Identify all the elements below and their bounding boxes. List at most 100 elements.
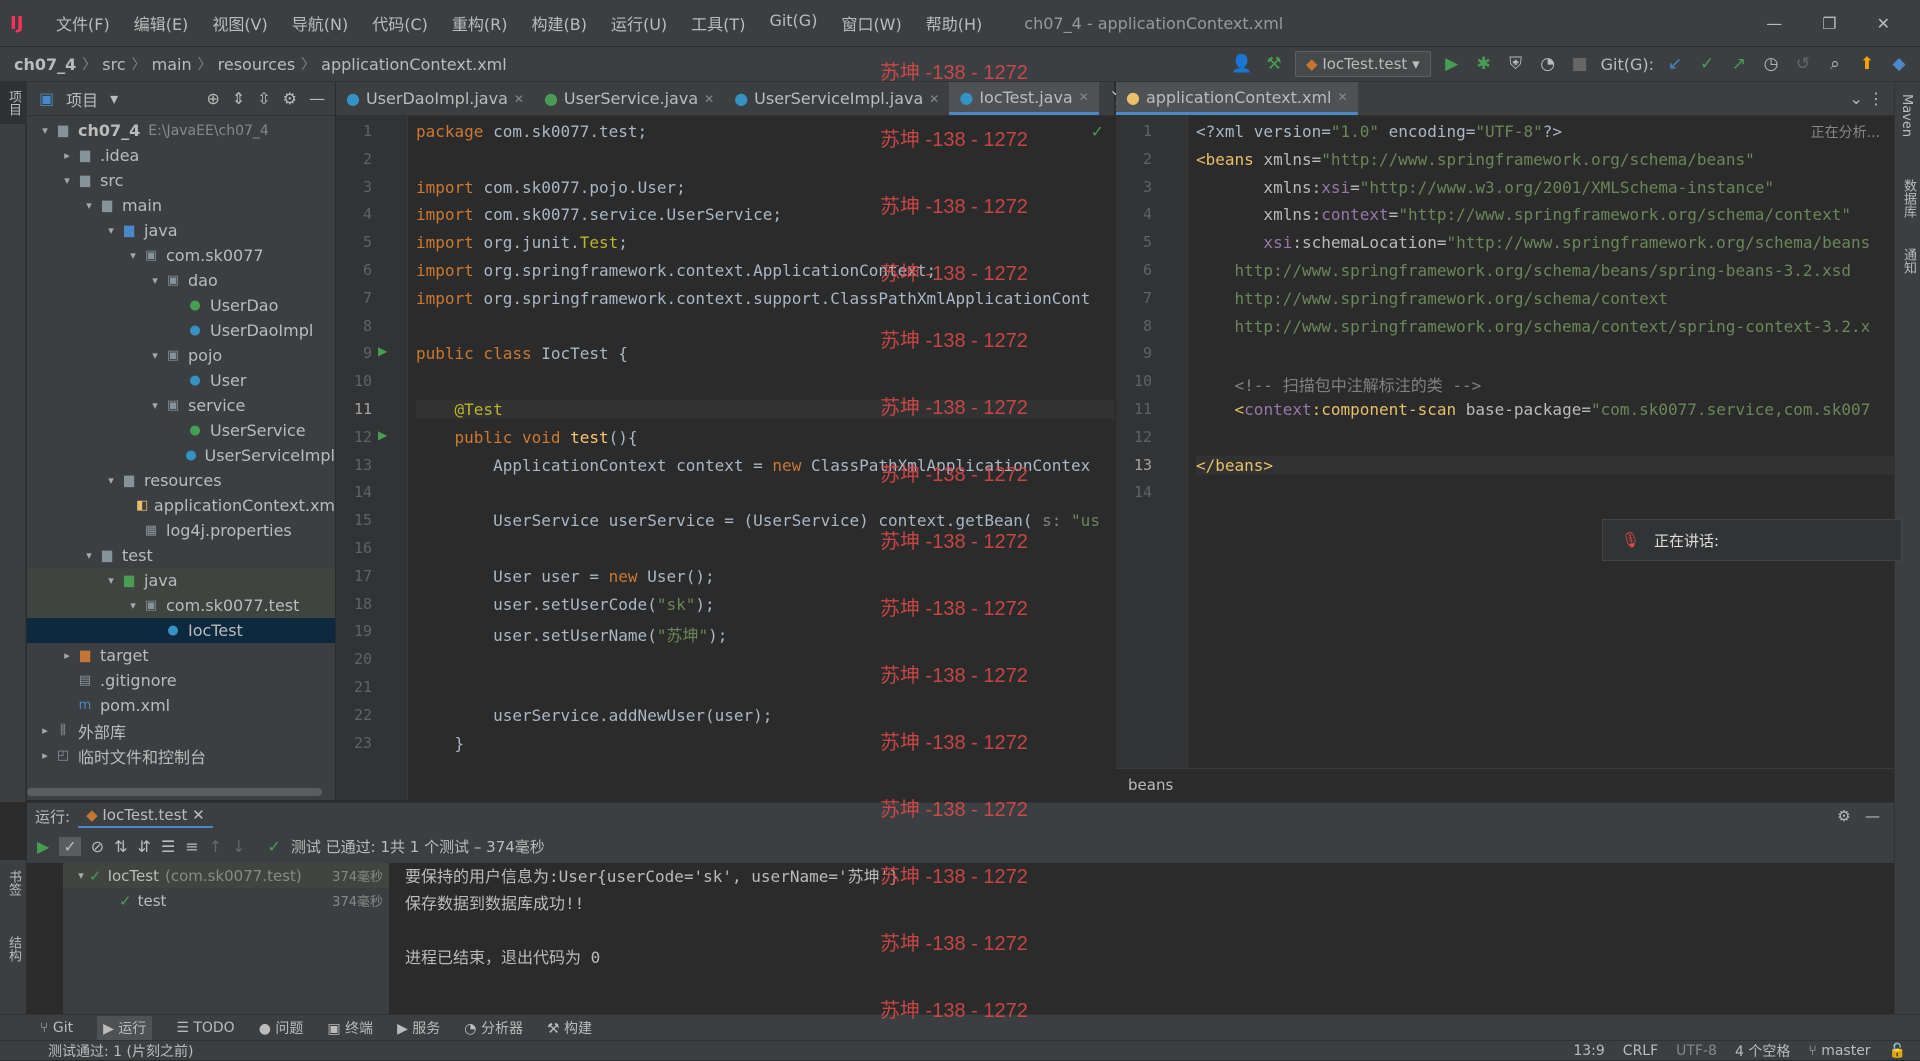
rollback-icon[interactable]: ↺ (1792, 54, 1814, 74)
caret-position[interactable]: 13:9 (1573, 1043, 1604, 1059)
tree-node[interactable]: ● User (27, 368, 335, 393)
breadcrumb-item[interactable]: src (98, 55, 129, 74)
show-ignored-icon[interactable]: ⊘ (91, 837, 104, 856)
prev-failed-icon[interactable]: ↑ (209, 837, 222, 856)
status-message[interactable]: 测试通过: 1 (片刻之前) (0, 1041, 193, 1061)
git-branch[interactable]: ⑂ master (1808, 1043, 1870, 1059)
close-icon[interactable]: ✕ (1877, 14, 1890, 33)
plugin-icon[interactable]: ◆ (1888, 54, 1910, 74)
expand-all-icon[interactable]: ☰ (161, 837, 175, 856)
menu-item[interactable]: 视图(V) (200, 11, 279, 35)
gear-icon[interactable]: ⚙ (283, 89, 297, 108)
bottom-tab[interactable]: ● 问题 (259, 1018, 304, 1038)
mute-icon[interactable]: 🎙 (1621, 531, 1640, 549)
debug-icon[interactable]: ✱ (1473, 54, 1495, 74)
tree-node[interactable]: ▸ ⫼ 外部库 (27, 718, 335, 743)
xml-code-area[interactable]: <?xml version="1.0" encoding="UTF-8"?> <b… (1196, 116, 1894, 764)
lock-icon[interactable]: 🔓 (1889, 1043, 1920, 1059)
git-push-icon[interactable]: ↗ (1728, 54, 1750, 74)
menu-item[interactable]: 窗口(W) (829, 11, 913, 35)
tree-node[interactable]: ▾ ▣ dao (27, 268, 335, 293)
breadcrumb-item[interactable]: ch07_4 (10, 55, 80, 74)
collapse-all-icon[interactable]: ⇳ (257, 89, 270, 108)
tree-node[interactable]: m pom.xml (27, 693, 335, 718)
menu-item[interactable]: 帮助(H) (914, 11, 995, 35)
notifications-tool-tab[interactable]: 通知 (1895, 228, 1920, 294)
stop-icon[interactable]: ■ (1569, 54, 1591, 74)
gear-icon[interactable]: ⚙ — (1837, 807, 1894, 825)
next-failed-icon[interactable]: ↓ (232, 837, 245, 856)
bottom-tab[interactable]: ◔ 分析器 (464, 1018, 523, 1038)
sort-alpha-icon[interactable]: ⇅ (114, 837, 127, 856)
bottom-tab[interactable]: ⚒ 构建 (547, 1018, 592, 1038)
bookmarks-tool-tab[interactable]: 书签 (0, 860, 27, 906)
run-method-icon[interactable]: ▶ (378, 428, 387, 442)
bottom-tab[interactable]: ▶ 运行 (97, 1015, 153, 1040)
menu-item[interactable]: 代码(C) (360, 11, 440, 35)
breadcrumb-item[interactable]: applicationContext.xml (317, 55, 511, 74)
indent-setting[interactable]: 4 个空格 (1735, 1041, 1790, 1061)
structure-tool-tab[interactable]: 结构 (0, 906, 27, 992)
chevron-down-icon[interactable]: ▾ (110, 89, 118, 108)
rerun-icon[interactable]: ▶ (37, 837, 49, 856)
tree-node[interactable]: ▾ ▣ com.sk0077.test (27, 593, 335, 618)
more-tabs-icon[interactable]: ⌄ ⋮ (1840, 82, 1895, 115)
tree-expander-icon[interactable]: ▾ (37, 124, 53, 137)
test-node[interactable]: ▾ ✓ IocTest (com.sk0077.test) 374毫秒 (63, 863, 389, 888)
tree-node[interactable]: ◧ applicationContext.xm (27, 493, 335, 518)
history-icon[interactable]: ◷ (1760, 54, 1782, 74)
breadcrumb-item[interactable]: main (148, 55, 196, 74)
tree-expander-icon[interactable]: ▾ (147, 349, 163, 362)
breadcrumb-item[interactable]: resources (214, 55, 300, 74)
tree-node[interactable]: ▾ ▆ test (27, 543, 335, 568)
close-icon[interactable]: ✕ (704, 92, 714, 106)
search-icon[interactable]: ⌕ (1824, 54, 1846, 74)
tree-expander-icon[interactable]: ▾ (73, 869, 89, 882)
editor-tab[interactable]: ● UserService.java ✕ (534, 82, 724, 115)
tree-node[interactable]: ▾ ▣ service (27, 393, 335, 418)
collapse-all-icon[interactable]: ≡ (185, 837, 198, 856)
expand-all-icon[interactable]: ⇕ (232, 89, 245, 108)
bottom-tab[interactable]: ☰ TODO (176, 1020, 234, 1036)
tree-node[interactable]: ▾ ▣ com.sk0077 (27, 243, 335, 268)
close-icon[interactable]: ✕ (1079, 90, 1089, 104)
restore-icon[interactable]: ❐ (1822, 14, 1836, 33)
tree-node[interactable]: ▾ ▆ java (27, 568, 335, 593)
run-icon[interactable]: ▶ (1441, 54, 1463, 74)
build-hammer-icon[interactable]: ⚒ (1263, 54, 1285, 74)
tree-node[interactable]: ▸ ◰ 临时文件和控制台 (27, 743, 335, 768)
tree-node[interactable]: ▾ ▣ pojo (27, 343, 335, 368)
editor-tab[interactable]: ● UserDaoImpl.java ✕ (336, 82, 534, 115)
menu-item[interactable]: 工具(T) (679, 11, 757, 35)
tree-node[interactable]: ▾ ▆ src (27, 168, 335, 193)
update-icon[interactable]: ⬆ (1856, 54, 1878, 74)
tree-node[interactable]: ▸ ▆ .idea (27, 143, 335, 168)
tree-expander-icon[interactable]: ▾ (59, 174, 75, 187)
bottom-tab[interactable]: ▶ 服务 (397, 1018, 440, 1038)
bottom-tab[interactable]: ⑂ Git (40, 1020, 73, 1036)
menu-item[interactable]: 编辑(E) (122, 11, 201, 35)
file-encoding[interactable]: UTF-8 (1676, 1043, 1717, 1059)
tree-expander-icon[interactable]: ▸ (59, 649, 75, 662)
locate-icon[interactable]: ⊕ (206, 89, 219, 108)
project-title[interactable]: 项目 (66, 87, 98, 111)
console-output[interactable]: 要保持的用户信息为:User{userCode='sk', userName='… (399, 863, 1834, 1015)
tree-expander-icon[interactable]: ▾ (147, 274, 163, 287)
tree-node[interactable]: ▾ ▆ ch07_4 E:\JavaEE\ch07_4 (27, 118, 335, 143)
tree-node[interactable]: ▾ ▆ main (27, 193, 335, 218)
editor-tab[interactable]: ● applicationContext.xml ✕ (1116, 82, 1358, 115)
menu-item[interactable]: 运行(U) (599, 11, 679, 35)
menu-item[interactable]: Git(G) (757, 11, 829, 35)
git-commit-icon[interactable]: ✓ (1696, 54, 1718, 74)
database-tool-tab[interactable]: 数据库 (1895, 149, 1920, 228)
tree-expander-icon[interactable]: ▾ (103, 474, 119, 487)
tree-node[interactable]: ● UserDaoImpl (27, 318, 335, 343)
tree-expander-icon[interactable]: ▾ (125, 599, 141, 612)
tree-node[interactable]: ● UserService (27, 418, 335, 443)
tree-expander-icon[interactable]: ▾ (103, 574, 119, 587)
tree-expander-icon[interactable]: ▸ (37, 749, 53, 762)
editor-tab[interactable]: ● IocTest.java ✕ (949, 82, 1099, 115)
menu-item[interactable]: 重构(R) (440, 11, 520, 35)
tree-node[interactable]: ● UserDao (27, 293, 335, 318)
tree-expander-icon[interactable]: ▾ (125, 249, 141, 262)
